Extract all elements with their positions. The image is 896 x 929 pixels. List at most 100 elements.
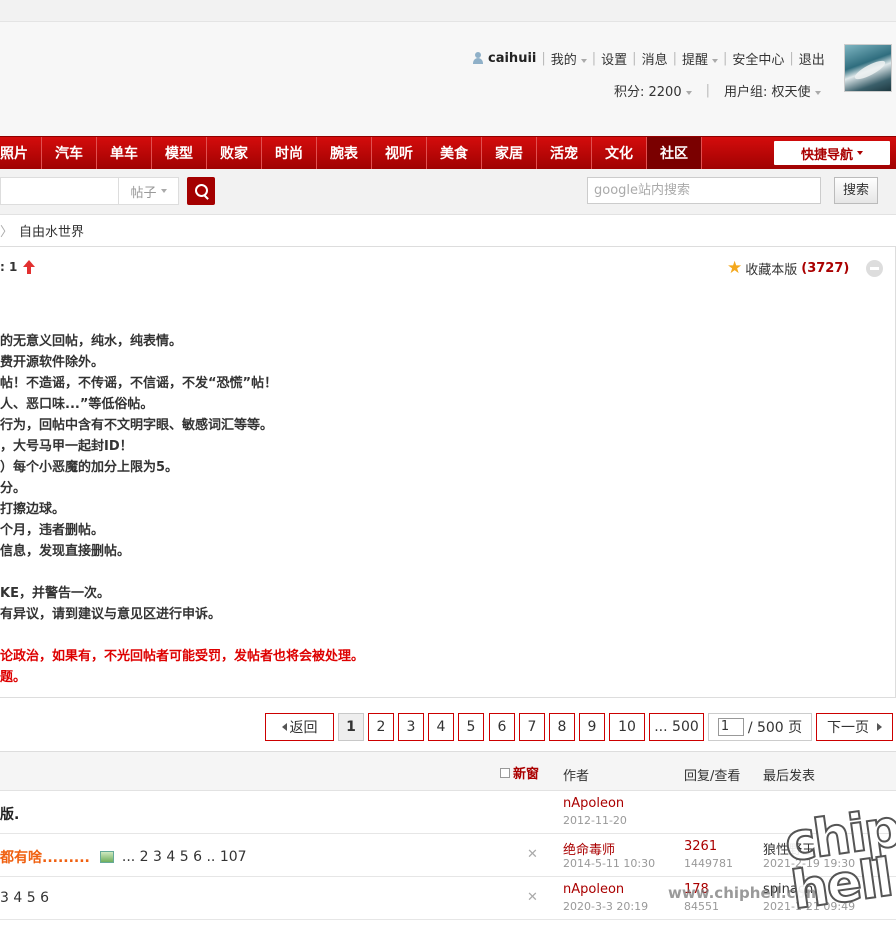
my-link[interactable]: 我的 bbox=[551, 49, 587, 68]
main-nav: 照片 汽车 单车 模型 败家 时尚 腕表 视听 美食 家居 活宠 文化 社区 快… bbox=[0, 136, 896, 169]
search-button[interactable] bbox=[187, 177, 215, 205]
username-link[interactable]: caihuii bbox=[488, 51, 536, 66]
table-row: 版. nApoleon 2012-11-20 bbox=[0, 791, 896, 834]
replies-header[interactable]: 回复/查看 bbox=[684, 765, 740, 784]
google-search-button[interactable]: 搜索 bbox=[834, 177, 878, 204]
rule-line: 的无意义回帖，纯水，纯表情。 bbox=[0, 334, 183, 349]
rule-line: 帖！不造谣，不传谣，不信谣，不发“恐慌”帖！ bbox=[0, 376, 278, 391]
page-jump-input[interactable]: 1 bbox=[717, 718, 744, 736]
thread-title[interactable]: 3 4 5 6 bbox=[0, 890, 49, 906]
rule-line: 个月，违者删帖。 bbox=[0, 523, 105, 538]
user-stats: 积分: 2200 | 用户组: 权天使 bbox=[614, 81, 821, 100]
messages-link[interactable]: 消息 bbox=[642, 49, 668, 68]
nav-item-pets[interactable]: 活宠 bbox=[537, 137, 592, 169]
page-9[interactable]: 9 bbox=[579, 713, 605, 741]
user-group-menu[interactable]: 用户组: 权天使 bbox=[724, 81, 821, 100]
nav-item-bike[interactable]: 单车 bbox=[97, 137, 152, 169]
rule-line-warning: 论政治，如果有，不光回帖者可能受罚，发帖者也将会被处理。 bbox=[0, 649, 365, 664]
nav-item-spending[interactable]: 败家 bbox=[207, 137, 262, 169]
quick-nav-button[interactable]: 快捷导航 bbox=[774, 141, 890, 165]
next-page-button[interactable]: 下一页 bbox=[816, 713, 893, 741]
rule-line: KE，并警告一次。 bbox=[0, 586, 110, 601]
page-8[interactable]: 8 bbox=[549, 713, 575, 741]
thread-pages[interactable]: ... 2 3 4 5 6 .. 107 bbox=[122, 849, 247, 865]
page-5[interactable]: 5 bbox=[458, 713, 484, 741]
rule-line: 费开源软件除外。 bbox=[0, 355, 105, 370]
author-header[interactable]: 作者 bbox=[563, 765, 589, 784]
rule-line: 分。 bbox=[0, 481, 27, 496]
page-1[interactable]: 1 bbox=[338, 713, 364, 741]
table-row-partial bbox=[0, 920, 896, 929]
search-type-select[interactable]: 帖子 bbox=[118, 177, 179, 205]
nav-item-culture[interactable]: 文化 bbox=[592, 137, 647, 169]
thread-date: 2020-3-3 20:19 bbox=[563, 900, 649, 913]
nav-item-model[interactable]: 模型 bbox=[152, 137, 207, 169]
rule-line: 人、恶口味...”等低俗帖。 bbox=[0, 397, 154, 412]
reminders-link[interactable]: 提醒 bbox=[682, 49, 718, 68]
caret-down-icon bbox=[857, 151, 863, 155]
caret-down-icon bbox=[685, 90, 692, 95]
caret-down-icon bbox=[160, 189, 167, 193]
caret-down-icon bbox=[580, 58, 587, 63]
image-attachment-icon bbox=[99, 851, 114, 863]
nav-item-car[interactable]: 汽车 bbox=[42, 137, 97, 169]
security-center-link[interactable]: 安全中心 bbox=[732, 49, 784, 68]
new-window-toggle[interactable]: 新窗 bbox=[500, 763, 539, 782]
settings-link[interactable]: 设置 bbox=[601, 49, 627, 68]
logout-link[interactable]: 退出 bbox=[799, 49, 825, 68]
rule-line-warning: 题。 bbox=[0, 670, 27, 685]
breadcrumb: 〉自由水世界 bbox=[0, 221, 84, 240]
rule-line: 有异议，请到建议与意见区进行申诉。 bbox=[0, 607, 222, 622]
nav-item-food[interactable]: 美食 bbox=[427, 137, 482, 169]
thread-author[interactable]: nApoleon bbox=[563, 882, 624, 897]
last-post-header[interactable]: 最后发表 bbox=[763, 765, 815, 784]
thread-date: 2012-11-20 bbox=[563, 814, 627, 827]
favorite-forum-button[interactable]: ★ 收藏本版 (3727) bbox=[727, 258, 849, 279]
page-7[interactable]: 7 bbox=[519, 713, 545, 741]
thread-author[interactable]: 绝命毒师 bbox=[563, 839, 615, 858]
new-window-checkbox[interactable] bbox=[500, 767, 510, 778]
collapse-icon[interactable] bbox=[866, 260, 883, 277]
thread-author[interactable]: nApoleon bbox=[563, 796, 624, 811]
thread-views: 1449781 bbox=[684, 857, 733, 870]
chevron-right-icon bbox=[877, 723, 882, 731]
nav-item-av[interactable]: 视听 bbox=[372, 137, 427, 169]
nav-item-watch[interactable]: 腕表 bbox=[317, 137, 372, 169]
thread-title[interactable]: 都有啥......... bbox=[0, 847, 90, 867]
back-button[interactable]: 返回 bbox=[265, 713, 334, 741]
search-input[interactable] bbox=[0, 177, 120, 205]
thread-list-header: 新窗 作者 回复/查看 最后发表 bbox=[0, 751, 896, 791]
avatar[interactable] bbox=[844, 44, 892, 92]
thread-title[interactable]: 版. bbox=[0, 804, 19, 824]
nav-item-fashion[interactable]: 时尚 bbox=[262, 137, 317, 169]
close-icon[interactable]: ✕ bbox=[527, 890, 538, 905]
nav-item-home[interactable]: 家居 bbox=[482, 137, 537, 169]
thread-title-wrap: 都有啥......... ... 2 3 4 5 6 .. 107 bbox=[0, 847, 247, 867]
page-2[interactable]: 2 bbox=[368, 713, 394, 741]
rule-line: ，大号马甲一起封ID！ bbox=[0, 439, 133, 454]
page-last[interactable]: ... 500 bbox=[649, 713, 704, 741]
caret-down-icon bbox=[711, 58, 718, 63]
nav-item-photo[interactable]: 照片 bbox=[0, 137, 42, 169]
breadcrumb-current[interactable]: 自由水世界 bbox=[19, 225, 84, 240]
arrow-up-icon bbox=[23, 260, 36, 274]
user-links: caihuii | 我的 | 设置 | 消息 | 提醒 | 安全中心 | 退出 bbox=[472, 49, 825, 68]
star-icon: ★ bbox=[727, 258, 743, 278]
rule-line: ）每个小恶魔的加分上限为5。 bbox=[0, 460, 179, 475]
site-header bbox=[0, 22, 896, 136]
page-4[interactable]: 4 bbox=[428, 713, 454, 741]
table-row: 都有啥......... ... 2 3 4 5 6 .. 107 ✕ 绝命毒师… bbox=[0, 834, 896, 877]
watermark-logo: chip hell bbox=[780, 798, 896, 923]
caret-down-icon bbox=[814, 90, 821, 95]
points-menu[interactable]: 积分: 2200 bbox=[614, 81, 692, 100]
close-icon[interactable]: ✕ bbox=[527, 847, 538, 862]
rule-line: 行为，回帖中含有不文明字眼、敏感词汇等等。 bbox=[0, 418, 274, 433]
page-10[interactable]: 10 bbox=[609, 713, 645, 741]
thread-replies[interactable]: 3261 bbox=[684, 839, 717, 854]
nav-item-community[interactable]: 社区 bbox=[647, 137, 702, 169]
breadcrumb-arrow-icon: 〉 bbox=[0, 225, 14, 240]
page-3[interactable]: 3 bbox=[398, 713, 424, 741]
google-search-input[interactable]: google站内搜索 bbox=[587, 177, 821, 204]
page-6[interactable]: 6 bbox=[489, 713, 515, 741]
user-icon bbox=[472, 52, 484, 65]
